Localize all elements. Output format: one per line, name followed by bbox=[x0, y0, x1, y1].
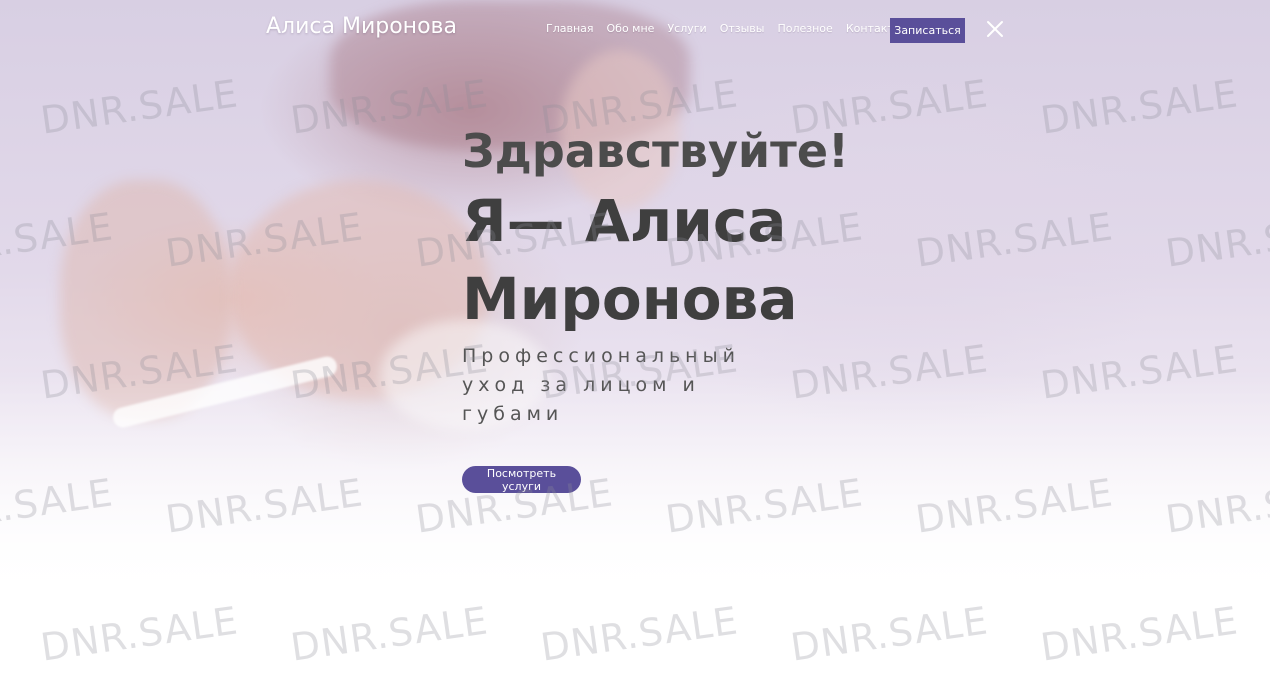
nav-item-useful[interactable]: Полезное bbox=[777, 22, 832, 35]
nav-item-reviews[interactable]: Отзывы bbox=[720, 22, 765, 35]
hero-name-heading: Я— Алиса Миронова bbox=[462, 187, 798, 333]
close-icon-glyph bbox=[987, 21, 1003, 37]
nav-item-about[interactable]: Обо мне bbox=[607, 22, 655, 35]
page: Алиса Миронова Главная Обо мне Услуги От… bbox=[0, 0, 1270, 678]
hero-text-block: Здравствуйте! Я— Алиса Миронова Професси… bbox=[462, 120, 882, 429]
view-services-button[interactable]: Посмотреть услуги bbox=[462, 466, 581, 493]
nav-item-home[interactable]: Главная bbox=[546, 22, 594, 35]
hero-tagline: Профессиональный уход за лицом и губами bbox=[462, 345, 740, 425]
close-icon[interactable] bbox=[986, 20, 1004, 38]
hero-greeting: Здравствуйте! bbox=[462, 124, 850, 178]
main-nav: Главная Обо мне Услуги Отзывы Полезное К… bbox=[546, 22, 915, 35]
site-logo[interactable]: Алиса Миронова bbox=[266, 14, 457, 39]
site-header: Алиса Миронова Главная Обо мне Услуги От… bbox=[0, 0, 1270, 60]
signup-button[interactable]: Записаться bbox=[890, 18, 965, 43]
nav-item-services[interactable]: Услуги bbox=[667, 22, 706, 35]
